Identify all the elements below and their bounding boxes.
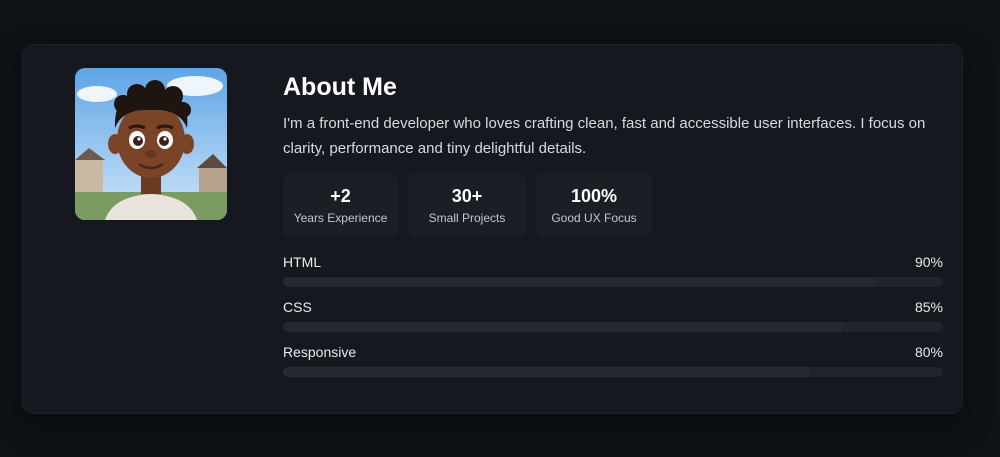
skill-responsive: Responsive 80% [283,343,943,377]
bio-text: I'm a front-end developer who loves craf… [283,115,926,157]
skill-progress-fill [283,277,877,287]
skill-html: HTML 90% [283,253,943,287]
stat-value: 30+ [451,186,483,206]
stat-label: Good UX Focus [551,211,637,225]
skill-percent: 90% [914,254,943,270]
about-content: About Me I'm a front-end developer who l… [283,71,943,388]
skill-name: Responsive [283,344,357,360]
skill-progress-bar [283,322,943,332]
stat-label: Small Projects [428,211,506,225]
stat-years-experience: +2 Years Experience [283,173,398,237]
stats-row: +2 Years Experience 30+ Small Projects 1… [283,173,943,237]
stat-good-ux-focus: 100% Good UX Focus [536,173,652,237]
stat-label: Years Experience [293,211,388,225]
avatar [75,68,227,220]
skill-percent: 85% [914,299,943,315]
stat-value: 100% [570,186,618,206]
skill-progress-bar [283,367,943,377]
skill-progress-fill [283,322,844,332]
skill-progress-fill [283,367,811,377]
skill-progress-bar [283,277,943,287]
skill-percent: 80% [914,344,943,360]
skills-list: HTML 90% CSS 85% Responsive 80% [283,253,943,377]
skill-name: CSS [283,299,312,315]
skill-name: HTML [283,254,322,270]
skill-css: CSS 85% [283,298,943,332]
cartoon-boy-portrait-icon [75,68,227,220]
about-card: About Me I'm a front-end developer who l… [22,44,963,414]
stat-small-projects: 30+ Small Projects [408,173,526,237]
page-title: About Me [283,73,397,101]
stat-value: +2 [330,186,351,206]
